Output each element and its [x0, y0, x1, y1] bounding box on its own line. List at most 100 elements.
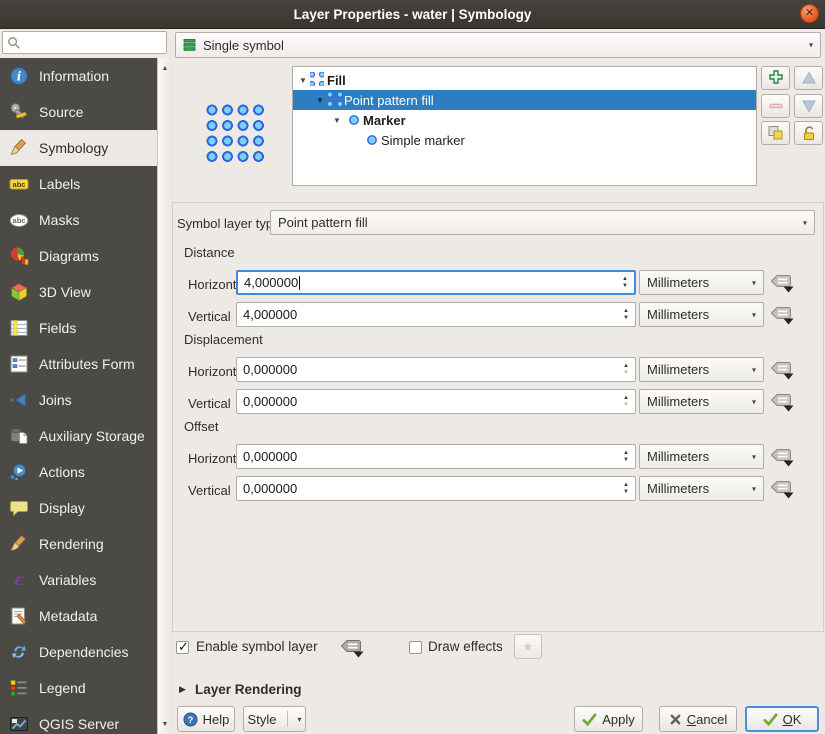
spin-down-icon[interactable]: ▼ [623, 370, 629, 376]
sidebar-item-attributes-form[interactable]: Attributes Form [0, 346, 157, 382]
unit-value: Millimeters [647, 481, 709, 496]
sidebar-item-3d-view[interactable]: 3D View [0, 274, 157, 310]
enable-symbol-layer-checkbox[interactable] [176, 641, 189, 654]
apply-button[interactable]: Apply [574, 706, 643, 732]
spin-up-icon[interactable]: ▲ [623, 482, 629, 488]
offset-horizontal-override-button[interactable] [767, 445, 797, 469]
close-icon: ✕ [805, 8, 814, 19]
add-symbol-layer-button[interactable] [761, 66, 790, 90]
displacement-vertical-input[interactable]: 0,000000 ▲▼ [236, 389, 636, 414]
offset-horizontal-input[interactable]: 0,000000 ▲▼ [236, 444, 636, 469]
distance-vertical-unit-combo[interactable]: Millimeters ▾ [639, 302, 764, 327]
variables-icon: ε [9, 570, 29, 590]
spin-up-icon[interactable]: ▲ [623, 308, 629, 314]
sidebar-item-masks[interactable]: abc Masks [0, 202, 157, 238]
layer-rendering-label[interactable]: Layer Rendering [195, 682, 302, 697]
tree-row-marker[interactable]: ▼ Marker [293, 110, 756, 130]
expand-arrow-icon[interactable]: ▼ [316, 96, 324, 105]
scroll-down-icon[interactable]: ▼ [158, 716, 172, 732]
displacement-horizontal-input[interactable]: 0,000000 ▲▼ [236, 357, 636, 382]
input-value: 0,000000 [237, 394, 297, 409]
draw-effects-label: Draw effects [428, 639, 503, 654]
customize-effects-button[interactable]: ★ [514, 634, 542, 659]
tree-row-fill[interactable]: ▼ Fill [293, 70, 756, 90]
close-button[interactable]: ✕ [800, 4, 819, 23]
enable-symbol-layer-override-button[interactable] [337, 636, 367, 660]
renderer-type-combo[interactable]: Single symbol ▾ [175, 32, 821, 58]
sidebar-item-qgis-server[interactable]: QGIS Server [0, 706, 157, 734]
distance-horizontal-override-button[interactable] [767, 271, 797, 295]
spinner-buttons[interactable]: ▲▼ [618, 272, 632, 293]
lock-color-button[interactable] [794, 121, 823, 145]
offset-vertical-unit-combo[interactable]: Millimeters ▾ [639, 476, 764, 501]
spinner-buttons[interactable]: ▲▼ [619, 477, 633, 500]
draw-effects-checkbox[interactable] [409, 641, 422, 654]
sidebar-item-rendering[interactable]: Rendering [0, 526, 157, 562]
offset-vertical-override-button[interactable] [767, 477, 797, 501]
sidebar-item-legend[interactable]: Legend [0, 670, 157, 706]
spin-up-icon[interactable]: ▲ [623, 395, 629, 401]
style-button[interactable]: Style ▾ [243, 706, 306, 732]
help-icon: ? [183, 712, 198, 727]
sidebar-item-joins[interactable]: Joins [0, 382, 157, 418]
spinner-buttons[interactable]: ▲▼ [619, 303, 633, 326]
spinner-buttons[interactable]: ▲▼ [619, 445, 633, 468]
displacement-horizontal-unit-combo[interactable]: Millimeters ▾ [639, 357, 764, 382]
sidebar-item-labels[interactable]: abc Labels [0, 166, 157, 202]
layer-rendering-expand-icon[interactable]: ▶ [179, 684, 186, 695]
sidebar-item-source[interactable]: Source [0, 94, 157, 130]
tree-row-point-pattern-fill[interactable]: ▼ Point pattern fill [293, 90, 756, 110]
source-icon [9, 102, 29, 122]
ok-button[interactable]: OK [745, 706, 819, 732]
renderer-type-value: Single symbol [203, 38, 284, 53]
svg-text:ε: ε [14, 570, 24, 589]
help-button[interactable]: ? Help [177, 706, 235, 732]
joins-icon [9, 390, 29, 410]
cancel-button[interactable]: Cancel [659, 706, 737, 732]
spin-down-icon[interactable]: ▼ [623, 402, 629, 408]
move-up-button[interactable] [794, 66, 823, 90]
displacement-vertical-unit-combo[interactable]: Millimeters ▾ [639, 389, 764, 414]
spin-up-icon[interactable]: ▲ [623, 363, 629, 369]
sidebar-item-auxiliary-storage[interactable]: Auxiliary Storage [0, 418, 157, 454]
displacement-horizontal-override-button[interactable] [767, 358, 797, 382]
distance-horizontal-unit-combo[interactable]: Millimeters ▾ [639, 270, 764, 295]
offset-vertical-input[interactable]: 0,000000 ▲▼ [236, 476, 636, 501]
distance-vertical-input[interactable]: 4,000000 ▲▼ [236, 302, 636, 327]
duplicate-symbol-layer-button[interactable] [761, 121, 790, 145]
spin-up-icon[interactable]: ▲ [622, 276, 628, 282]
sidebar-item-fields[interactable]: Fields [0, 310, 157, 346]
sidebar-item-diagrams[interactable]: Diagrams [0, 238, 157, 274]
sidebar-item-information[interactable]: i Information [0, 58, 157, 94]
sidebar-item-dependencies[interactable]: Dependencies [0, 634, 157, 670]
move-down-button[interactable] [794, 94, 823, 118]
distance-vertical-override-button[interactable] [767, 303, 797, 327]
offset-horizontal-unit-combo[interactable]: Millimeters ▾ [639, 444, 764, 469]
distance-horizontal-input[interactable]: 4,000000 ▲▼ [236, 270, 636, 295]
spinner-buttons[interactable]: ▲▼ [619, 390, 633, 413]
titlebar: Layer Properties - water | Symbology [0, 0, 825, 29]
spin-down-icon[interactable]: ▼ [623, 489, 629, 495]
remove-symbol-layer-button[interactable] [761, 94, 790, 118]
spin-down-icon[interactable]: ▼ [623, 315, 629, 321]
tree-row-simple-marker[interactable]: Simple marker [293, 130, 756, 150]
sidebar-item-display[interactable]: Display [0, 490, 157, 526]
symbol-layer-type-combo[interactable]: Point pattern fill ▾ [270, 210, 815, 235]
fields-icon [9, 318, 29, 338]
sidebar-item-actions[interactable]: Actions [0, 454, 157, 490]
sidebar-scrollbar[interactable]: ▲ ▼ [157, 58, 172, 734]
sidebar-item-variables[interactable]: ε Variables [0, 562, 157, 598]
spinner-buttons[interactable]: ▲▼ [619, 358, 633, 381]
expand-arrow-icon[interactable]: ▼ [299, 76, 307, 85]
spin-down-icon[interactable]: ▼ [623, 457, 629, 463]
sidebar-item-symbology[interactable]: Symbology [0, 130, 157, 166]
spin-down-icon[interactable]: ▼ [622, 283, 628, 289]
scroll-up-icon[interactable]: ▲ [158, 60, 172, 76]
info-icon: i [9, 66, 29, 86]
expand-arrow-icon[interactable]: ▼ [333, 116, 341, 125]
search-input[interactable] [2, 31, 167, 54]
style-button-label: Style [248, 712, 277, 727]
sidebar-item-metadata[interactable]: Metadata [0, 598, 157, 634]
displacement-vertical-override-button[interactable] [767, 390, 797, 414]
spin-up-icon[interactable]: ▲ [623, 450, 629, 456]
